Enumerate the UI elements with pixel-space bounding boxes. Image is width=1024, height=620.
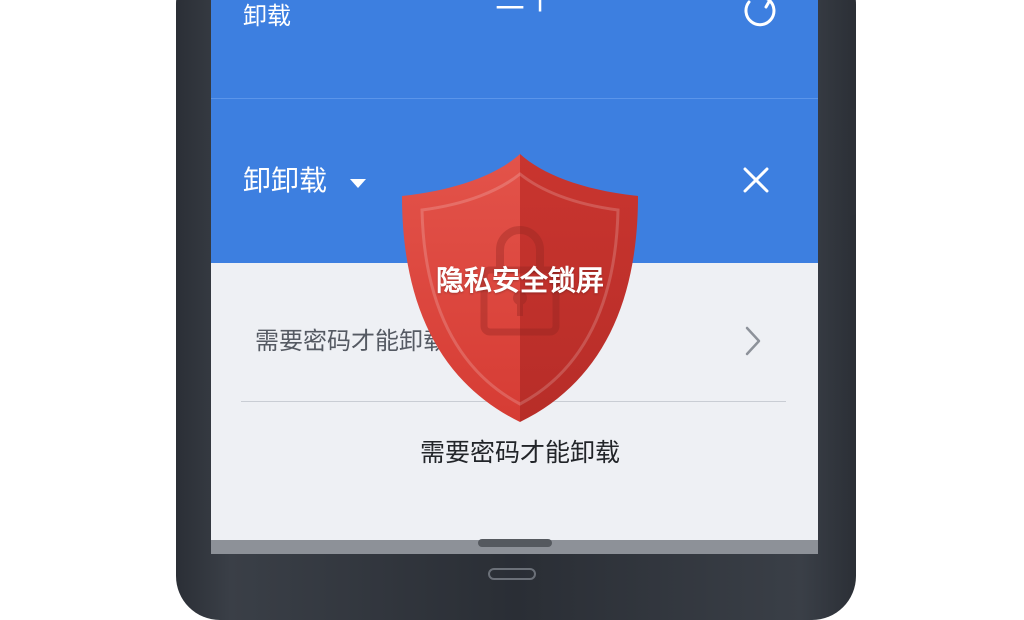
bottom-handle	[478, 539, 552, 547]
top-bar: 卸载 二十	[211, 0, 818, 99]
chevron-right-icon	[745, 326, 761, 356]
shield-label: 隐私安全锁屏	[435, 264, 604, 297]
side-button	[850, 108, 856, 216]
app-bar-title[interactable]: 卸卸载	[243, 162, 327, 200]
refresh-icon[interactable]	[739, 0, 779, 28]
top-bar-center-label: 二十	[495, 0, 555, 15]
dropdown-icon[interactable]	[349, 177, 367, 189]
top-bar-title: 卸载	[243, 2, 291, 30]
close-icon[interactable]	[741, 165, 771, 195]
center-text: 需要密码才能卸载	[419, 438, 620, 467]
home-button[interactable]	[488, 568, 536, 580]
